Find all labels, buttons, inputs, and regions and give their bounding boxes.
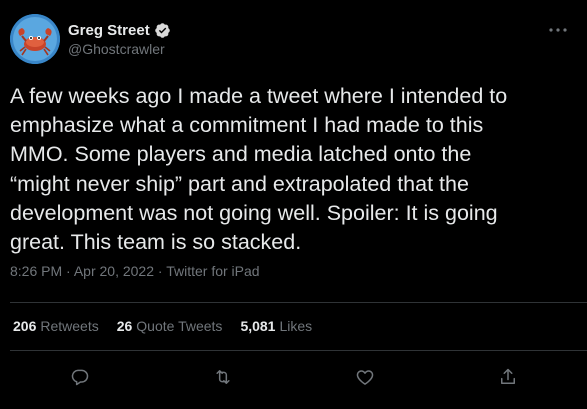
meta-separator: · — [66, 263, 71, 279]
retweets-stat[interactable]: 206 Retweets — [13, 318, 99, 334]
tweet-text: A few weeks ago I made a tweet where I i… — [10, 84, 508, 255]
quote-tweets-label: Quote Tweets — [136, 318, 223, 334]
like-button[interactable] — [330, 365, 400, 389]
tweet-source[interactable]: Twitter for iPad — [166, 263, 259, 279]
tweet-meta: 8:26 PM · Apr 20, 2022 · Twitter for iPa… — [10, 263, 260, 279]
retweets-count: 206 — [13, 318, 37, 334]
verified-badge-icon — [154, 22, 171, 39]
reply-icon — [71, 369, 89, 386]
action-bar — [45, 365, 543, 389]
share-icon — [500, 368, 515, 384]
avatar[interactable] — [10, 14, 60, 64]
likes-stat[interactable]: 5,081 Likes — [240, 318, 312, 334]
divider-bottom — [10, 350, 587, 351]
display-name-row: Greg Street — [68, 20, 171, 40]
retweet-icon — [216, 370, 230, 384]
divider-top — [10, 302, 587, 303]
crab-avatar-icon — [10, 14, 60, 64]
likes-count: 5,081 — [240, 318, 276, 334]
tweet-header: Greg Street @Ghostcrawler — [10, 14, 577, 70]
reply-button[interactable] — [45, 365, 115, 389]
quote-tweets-stat[interactable]: 26 Quote Tweets — [117, 318, 223, 334]
display-name[interactable]: Greg Street — [68, 22, 150, 39]
retweets-label: Retweets — [40, 318, 99, 334]
like-icon — [357, 370, 374, 385]
tweet-time[interactable]: 8:26 PM — [10, 263, 62, 279]
quote-tweets-count: 26 — [116, 318, 133, 334]
author-info: Greg Street @Ghostcrawler — [68, 20, 171, 57]
retweet-button[interactable] — [188, 365, 258, 389]
likes-label: Likes — [279, 318, 313, 334]
share-button[interactable] — [473, 365, 543, 389]
meta-separator-2: · — [157, 263, 163, 279]
more-options-icon[interactable] — [545, 20, 571, 40]
author-handle[interactable]: @Ghostcrawler — [68, 41, 171, 57]
tweet: Greg Street @Ghostcrawler A few weeks ag… — [0, 0, 587, 409]
tweet-date[interactable]: Apr 20, 2022 — [74, 263, 154, 279]
tweet-stats: 206 Retweets 26 Quote Tweets 5,081 Likes — [13, 318, 312, 334]
